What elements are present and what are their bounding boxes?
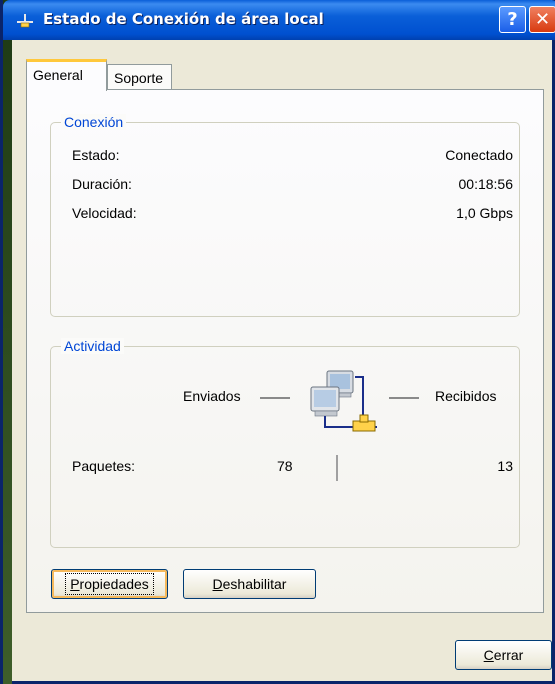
activity-group: Actividad xyxy=(50,338,520,548)
received-line xyxy=(389,397,419,399)
help-button[interactable]: ? xyxy=(499,6,526,33)
status-label: Estado: xyxy=(72,147,120,163)
properties-button[interactable]: Propiedades xyxy=(51,569,168,599)
tab-panel-general: Conexión Estado: Conectado Duración: 00:… xyxy=(26,89,544,613)
speed-label: Velocidad: xyxy=(72,205,137,221)
sent-line xyxy=(260,397,290,399)
tab-soporte[interactable]: Soporte xyxy=(107,64,172,90)
speed-value: 1,0 Gbps xyxy=(456,205,513,221)
close-window-button[interactable]: ✕ xyxy=(529,6,555,33)
network-connection-icon xyxy=(17,14,33,28)
activity-group-title: Actividad xyxy=(61,338,124,354)
disable-button[interactable]: Deshabilitar xyxy=(183,569,316,599)
duration-label: Duración: xyxy=(72,176,132,192)
packets-received-value: 13 xyxy=(497,458,513,474)
window-title: Estado de Conexión de área local xyxy=(43,10,324,28)
close-button[interactable]: Cerrar xyxy=(455,640,552,670)
close-icon: ✕ xyxy=(534,9,551,30)
help-icon: ? xyxy=(507,9,518,30)
desktop-background-strip xyxy=(3,0,12,684)
packets-sent-value: 78 xyxy=(277,458,293,474)
received-label: Recibidos xyxy=(435,388,497,404)
packets-divider xyxy=(336,455,338,481)
tab-general[interactable]: General xyxy=(26,59,107,91)
title-bar[interactable]: Estado de Conexión de área local ? ✕ xyxy=(3,0,555,40)
packets-label: Paquetes: xyxy=(72,458,136,474)
duration-value: 00:18:56 xyxy=(458,176,514,192)
dialog-window: Estado de Conexión de área local ? ✕ Gen… xyxy=(0,0,555,684)
connection-group-title: Conexión xyxy=(61,114,127,130)
status-value: Conectado xyxy=(445,147,513,163)
network-computers-icon xyxy=(310,370,377,432)
sent-label: Enviados xyxy=(183,388,241,404)
